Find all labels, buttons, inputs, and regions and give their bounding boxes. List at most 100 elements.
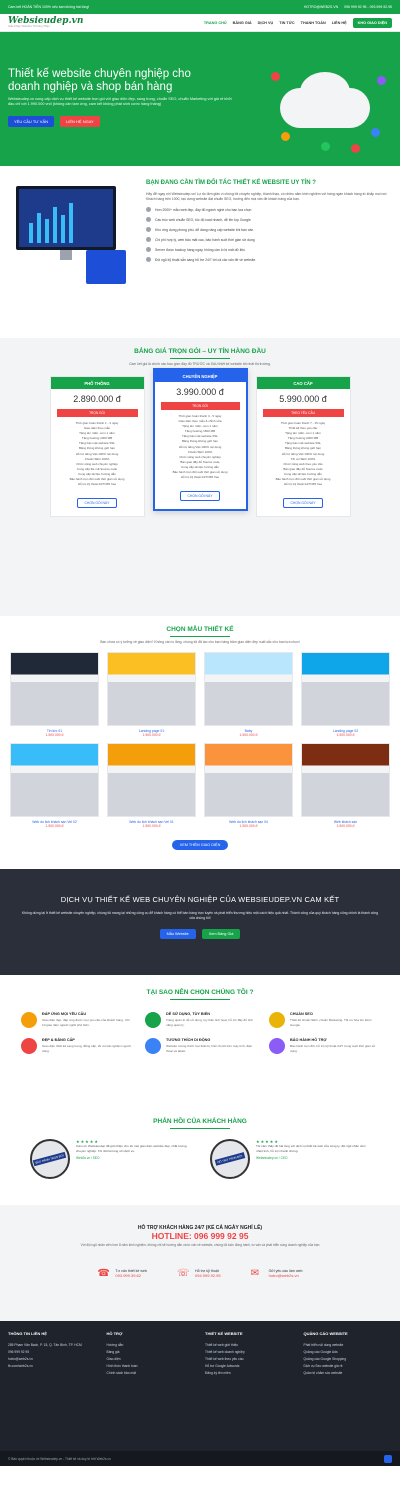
choose-plan-button[interactable]: CHỌN GÓI NÀY	[180, 491, 220, 502]
feature-icon	[146, 247, 151, 253]
pricing-section: BẢNG GIÁ TRỌN GÓI – UY TÍN HÀNG ĐẦU Cam …	[0, 338, 400, 616]
footer-link[interactable]: Hình thức thanh toán	[107, 1363, 196, 1370]
tech-contact[interactable]: ☏ Hỗ trợ kỹ thuật 094.999.92.95	[177, 1268, 221, 1280]
template-thumbnail[interactable]	[204, 743, 293, 817]
template-card[interactable]: Baby 1.500.000 đ	[204, 652, 293, 737]
pricing-title: BẢNG GIÁ TRỌN GÓI – UY TÍN HÀNG ĐẦU	[134, 348, 266, 355]
footer-link[interactable]: 096 999 92 95	[8, 1349, 97, 1356]
feature-text: Hơn 2000+ mẫu web đẹp, đầy đủ ngành nghề…	[155, 207, 252, 212]
logo[interactable]: Websieudep.vn Giải Pháp Website Thương H…	[8, 16, 83, 29]
hotline[interactable]: HOTLINE: 096 999 92 95	[0, 1231, 400, 1241]
template-thumbnail[interactable]	[204, 652, 293, 726]
footer-link[interactable]: Giao diện	[107, 1356, 196, 1363]
template-card[interactable]: Tin tức 01 1.500.000 đ	[10, 652, 99, 737]
back-to-top-button[interactable]	[384, 1454, 392, 1463]
footer-link[interactable]: Thiết kế web giới thiệu	[205, 1342, 294, 1349]
social-icon	[351, 144, 360, 153]
templates-title: CHỌN MẪU THIẾT KẾ	[166, 626, 234, 633]
nav-item-payment[interactable]: THANH TOÁN	[301, 21, 326, 25]
reason-title: CHUẨN SEO	[290, 1012, 313, 1016]
reason-icon	[21, 1012, 37, 1028]
footer-link[interactable]: Bảng giá	[107, 1349, 196, 1356]
plan-tag: TRỌN GÓI	[160, 402, 240, 410]
template-thumbnail[interactable]	[301, 652, 390, 726]
view-pricing-button[interactable]: Xem Bảng Giá	[201, 929, 241, 940]
footer-link[interactable]: Thiết kế web doanh nghiệp	[205, 1349, 294, 1356]
nav-item-home[interactable]: TRANG CHỦ	[204, 21, 227, 25]
footer-link[interactable]: 285 Phạm Văn Bạch, P. 15, Q. Tân Bình, T…	[8, 1342, 97, 1349]
template-card[interactable]: Landing page 02 1.500.000 đ	[301, 652, 390, 737]
choose-plan-button[interactable]: CHỌN GÓI NÀY	[77, 498, 117, 509]
footer-link[interactable]: Đăng ký tên miền	[205, 1370, 294, 1377]
template-thumbnail[interactable]	[10, 652, 99, 726]
footer-link[interactable]: Hỗ trợ Google Adwords	[205, 1363, 294, 1370]
footer-link[interactable]: hotro@web2s.vn	[8, 1356, 97, 1363]
template-card[interactable]: Web khách sạn 1.500.000 đ	[301, 743, 390, 828]
template-price: 1.500.000 đ	[336, 824, 355, 828]
nav-item-contact[interactable]: LIÊN HỆ	[332, 21, 347, 25]
footer-link[interactable]: fb.com/web2s.vn	[8, 1363, 97, 1370]
nav-item-pricing[interactable]: BẢNG GIÁ	[233, 21, 252, 25]
template-price: 1.500.000 đ	[142, 824, 161, 828]
footer-link[interactable]: Quảng cáo Google Ads	[304, 1349, 393, 1356]
social-icon	[281, 132, 290, 141]
footer-link[interactable]: Dịch vụ Seo website giá rẻ	[304, 1363, 393, 1370]
template-card[interactable]: Web du lịch khách sạn 04 1.500.000 đ	[204, 743, 293, 828]
template-store-button[interactable]: KHO GIAO DIỆN	[352, 17, 392, 28]
footer-link[interactable]: Hướng dẫn	[107, 1342, 196, 1349]
template-thumbnail[interactable]	[107, 652, 196, 726]
templates-button[interactable]: Mẫu Website	[159, 929, 196, 940]
contact-button[interactable]: LIÊN HỆ NGAY	[60, 115, 100, 127]
reason-desc: Giao diện đẹp, đáp ứng được mọi yêu cầu …	[42, 1018, 130, 1027]
footer-heading: HỖ TRỢ	[106, 1331, 123, 1336]
footer-link[interactable]: Phát triển nội dung website	[304, 1342, 393, 1349]
view-more-templates-button[interactable]: XEM THÊM GIAO DIỆN	[171, 840, 229, 850]
consult-button[interactable]: YÊU CẦU TƯ VẤN	[8, 115, 55, 127]
template-card[interactable]: Web du lịch khách sạn Vel 01 1.500.000 đ	[107, 743, 196, 828]
top-bar-phone[interactable]: 096 999 92 95 - 093.999.92.95	[344, 5, 392, 9]
plan-feature: Hỗ trợ kỹ thuật 24/7/365 free	[283, 482, 323, 487]
template-price: 1.500.000 đ	[45, 824, 64, 828]
reason-item: ĐÁP ỨNG MỌI YÊU CẦU Giao diện đẹp, đáp ứ…	[21, 1012, 131, 1028]
badge-text: BẢO HÀNH TRỌN ĐỜI	[33, 1151, 67, 1167]
social-icon	[371, 128, 380, 137]
feature-item: Server được backup hàng ngày, không cần …	[146, 247, 392, 253]
reason-icon	[145, 1038, 161, 1054]
footer-heading: THIẾT KẾ WEBSITE	[205, 1331, 243, 1336]
template-card[interactable]: Web du lịch khách sạn Vel 02 1.500.000 đ	[10, 743, 99, 828]
nav-item-services[interactable]: DỊCH VỤ	[258, 21, 274, 25]
reason-desc: Giao diện thiết kế sang trọng, đẳng cấp,…	[42, 1044, 131, 1053]
testimonial: BẢO HÀNH TRỌN ĐỜI ★★★★★ Cảm ơn Websieude…	[30, 1139, 190, 1179]
feature-item: Cấu trúc web chuẩn SEO, tốc độ load nhan…	[146, 217, 392, 223]
footer-link[interactable]: Chính sách bảo mật	[107, 1370, 196, 1377]
reason-title: TƯƠNG THÍCH DI ĐỘNG	[166, 1038, 211, 1042]
email-contact[interactable]: ✉ Gửi yêu cầu làm web hotro@web2s.vn	[251, 1268, 303, 1280]
plan-name: CHUYÊN NGHIỆP	[154, 370, 246, 382]
pricing-cards: PHỔ THÔNG 2.890.000 đ TRỌN GÓI Thời gian …	[0, 368, 400, 518]
template-card[interactable]: Landing page 01 1.500.000 đ	[107, 652, 196, 737]
footer-column: THIẾT KẾ WEBSITE Thiết kế web giới thiệu T…	[205, 1331, 294, 1377]
footer-heading: QUẢNG CÁO WEBSITE	[303, 1331, 348, 1336]
hero: Thiết kế website chuyên nghiệp cho doanh…	[0, 32, 400, 166]
consult-contact[interactable]: ☎ Tư vấn thiết kế web 093.999.39.62	[97, 1268, 147, 1280]
nav-item-news[interactable]: TIN TỨC	[279, 21, 294, 25]
top-bar-email[interactable]: HOTRO@WEB2S.VN	[304, 5, 338, 9]
template-thumbnail[interactable]	[10, 743, 99, 817]
hero-desc: Websieudep.vn cung cấp dịch vụ thiết kế …	[8, 97, 232, 107]
template-price: 1.500.000 đ	[239, 733, 258, 737]
template-thumbnail[interactable]	[107, 743, 196, 817]
template-thumbnail[interactable]	[301, 743, 390, 817]
reason-desc: Website tương thích mọi thiết bị, hiển t…	[166, 1044, 253, 1053]
commit-title: DỊCH VỤ THIẾT KẾ WEB CHUYÊN NGHIỆP CỦA W…	[60, 895, 340, 904]
reason-item: CHUẨN SEO Thiết kế chuẩn SEO, chuẩn Mark…	[269, 1012, 379, 1028]
footer-link[interactable]: Quảng cáo Google Shopping	[304, 1356, 393, 1363]
reasons-grid: ĐÁP ỨNG MỌI YÊU CẦU Giao diện đẹp, đáp ứ…	[0, 1012, 400, 1054]
footer-link[interactable]: Thiết kế web theo yêu cầu	[205, 1356, 294, 1363]
pricing-subtitle: Cam kết giá là chính xác bao gồm đầy đủ …	[129, 362, 271, 366]
testimonial-text: Tôi cảm thấy rất hài lòng với dịch vụ th…	[256, 1144, 366, 1153]
footer-link[interactable]: Quản trị chăm sóc website	[304, 1370, 393, 1377]
feature-text: Đội ngũ kỹ thuật sẵn sàng hỗ trợ 24/7 tớ…	[155, 257, 256, 262]
template-price: 1.500.000 đ	[239, 824, 258, 828]
feature-item: Đội ngũ kỹ thuật sẵn sàng hỗ trợ 24/7 tớ…	[146, 257, 392, 263]
choose-plan-button[interactable]: CHỌN GÓI NÀY	[283, 498, 323, 509]
